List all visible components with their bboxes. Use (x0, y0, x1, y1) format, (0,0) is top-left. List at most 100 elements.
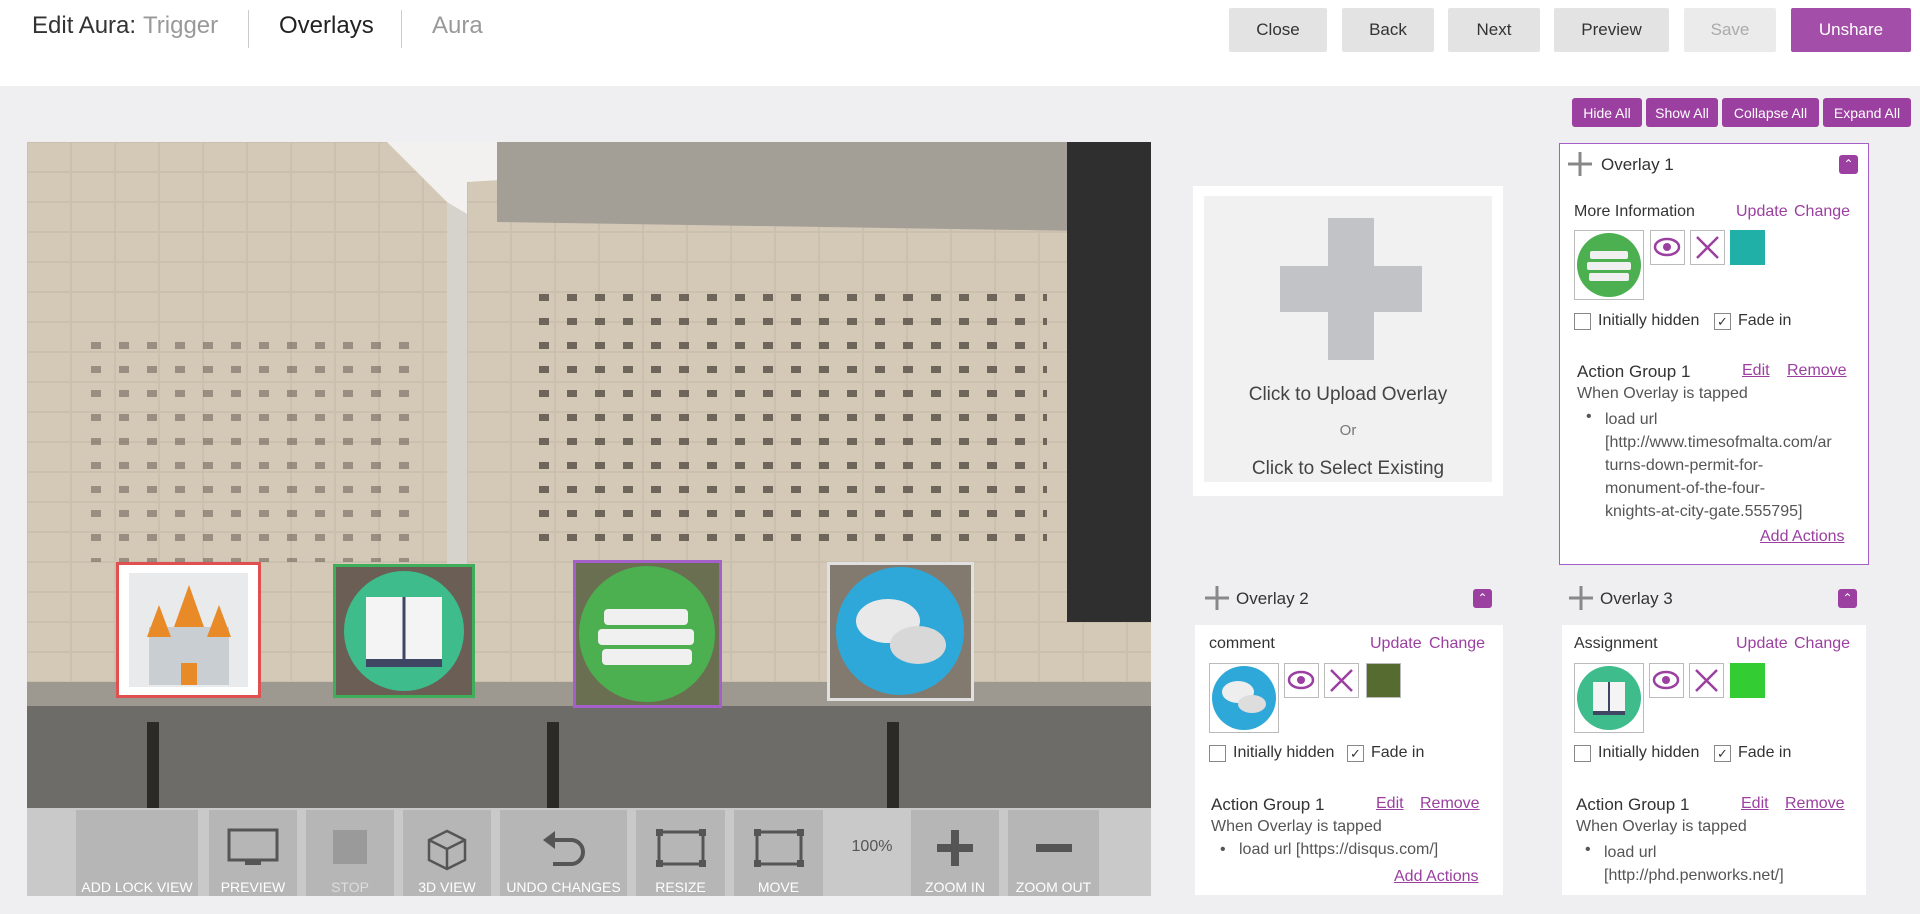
delete-overlay-button[interactable] (1690, 230, 1725, 265)
add-actions-link[interactable]: Add Actions (1760, 528, 1845, 546)
upload-drop-zone[interactable]: Click to Upload Overlay Or Click to Sele… (1204, 196, 1492, 482)
visibility-toggle[interactable] (1649, 663, 1684, 698)
delete-overlay-button[interactable] (1689, 663, 1724, 698)
fade-in-checkbox[interactable]: ✓ (1714, 745, 1731, 762)
action-group-title: Action Group 1 (1576, 795, 1690, 814)
crumb-divider (248, 10, 249, 48)
collapse-chevron-icon[interactable]: ⌃ (1473, 589, 1492, 608)
drag-handle-icon[interactable] (1204, 585, 1230, 611)
drag-handle-icon[interactable] (1567, 151, 1593, 177)
tab-trigger[interactable]: Trigger (143, 12, 218, 40)
edit-action-link[interactable]: Edit (1741, 795, 1769, 813)
initially-hidden-checkbox[interactable] (1574, 313, 1591, 330)
edit-action-link[interactable]: Edit (1742, 362, 1770, 380)
add-actions-link[interactable]: Add Actions (1394, 868, 1479, 886)
back-button[interactable]: Back (1342, 8, 1434, 52)
zoom-out-button[interactable]: ZOOM OUT (1008, 810, 1099, 896)
unshare-button[interactable]: Unshare (1791, 8, 1911, 52)
castle-icon (129, 573, 248, 687)
initially-hidden-checkbox[interactable] (1209, 745, 1226, 762)
chat-bubbles-icon (1212, 666, 1276, 730)
remove-action-link[interactable]: Remove (1785, 795, 1845, 813)
3d-view-button[interactable]: 3D VIEW (403, 810, 491, 896)
close-icon (1330, 669, 1353, 692)
drag-handle-icon[interactable] (1568, 585, 1594, 611)
overlay-title: Overlay 2 (1236, 589, 1309, 608)
tab-overlays[interactable]: Overlays (279, 12, 374, 40)
overlay-color-swatch[interactable] (1730, 230, 1765, 265)
overlay-color-swatch[interactable] (1730, 663, 1765, 698)
trigger-image-canvas[interactable] (27, 142, 1151, 808)
move-button[interactable]: MOVE (734, 810, 823, 896)
canvas-toolbar: ADD LOCK VIEW PREVIEW STOP 3D VIEW UNDO … (27, 808, 1151, 896)
action-item: load url [http://phd.penworks.net/] (1604, 844, 1784, 884)
change-link[interactable]: Change (1794, 635, 1850, 653)
action-item: load url [https://disqus.com/] (1239, 841, 1439, 858)
remove-action-link[interactable]: Remove (1787, 362, 1847, 380)
undo-changes-button[interactable]: UNDO CHANGES (500, 810, 627, 896)
action-group-title: Action Group 1 (1577, 362, 1691, 381)
update-link[interactable]: Update (1736, 635, 1788, 653)
remove-action-link[interactable]: Remove (1420, 795, 1480, 813)
upload-overlay-card[interactable]: Click to Upload Overlay Or Click to Sele… (1193, 186, 1503, 496)
canvas-overlay-castle[interactable] (116, 562, 261, 698)
fade-in-checkbox[interactable]: ✓ (1347, 745, 1364, 762)
initially-hidden-checkbox[interactable] (1574, 745, 1591, 762)
visibility-toggle[interactable] (1284, 663, 1319, 698)
overlay-3-panel: Overlay 3 ⌃ Assignment Update Change Ini… (1562, 585, 1866, 895)
expand-all-button[interactable]: Expand All (1823, 98, 1911, 127)
next-button[interactable]: Next (1448, 8, 1540, 52)
overlay-title: Overlay 3 (1600, 589, 1673, 608)
page-title: Edit Aura: (32, 12, 137, 39)
update-link[interactable]: Update (1736, 203, 1788, 221)
action-group-title: Action Group 1 (1211, 795, 1325, 814)
select-existing-link[interactable]: Click to Select Existing (1204, 458, 1492, 480)
open-book-icon (336, 567, 472, 695)
eye-icon (1652, 670, 1680, 690)
overlay-3-card: Assignment Update Change Initially hidde… (1562, 625, 1866, 895)
resize-button[interactable]: RESIZE (636, 810, 725, 896)
action-item: load url [http://www.timesofmalta.com/ar… (1605, 411, 1832, 520)
action-trigger-text: When Overlay is tapped (1211, 818, 1382, 835)
plus-icon (937, 830, 973, 866)
canvas-overlay-chat[interactable] (827, 562, 974, 701)
hide-all-button[interactable]: Hide All (1572, 98, 1642, 127)
move-icon (753, 829, 804, 867)
tab-aura[interactable]: Aura (432, 12, 483, 40)
top-bar: Edit Aura: Trigger Overlays Aura Close B… (0, 0, 1920, 86)
canvas-overlay-books[interactable] (573, 560, 722, 708)
close-button[interactable]: Close (1229, 8, 1327, 52)
delete-overlay-button[interactable] (1324, 663, 1359, 698)
change-link[interactable]: Change (1794, 203, 1850, 221)
chat-bubbles-icon (830, 565, 971, 698)
preview-button[interactable]: Preview (1554, 8, 1669, 52)
stop-icon (333, 830, 367, 864)
add-lock-view-button[interactable]: ADD LOCK VIEW (76, 810, 198, 896)
update-link[interactable]: Update (1370, 635, 1422, 653)
overlay-color-swatch[interactable] (1366, 663, 1401, 698)
plus-icon (1280, 218, 1422, 360)
crumb-divider (401, 10, 402, 48)
preview-tool-button[interactable]: PREVIEW (209, 810, 297, 896)
collapse-all-button[interactable]: Collapse All (1722, 98, 1819, 127)
upload-overlay-link[interactable]: Click to Upload Overlay (1204, 384, 1492, 406)
overlay-thumbnail (1574, 663, 1644, 733)
zoom-in-button[interactable]: ZOOM IN (911, 810, 999, 896)
show-all-button[interactable]: Show All (1646, 98, 1718, 127)
edit-action-link[interactable]: Edit (1376, 795, 1404, 813)
fade-in-checkbox[interactable]: ✓ (1714, 313, 1731, 330)
fade-in-label: Fade in (1738, 744, 1792, 761)
canvas-overlay-book[interactable] (333, 564, 475, 698)
stop-button[interactable]: STOP (306, 810, 394, 896)
books-icon (1577, 233, 1641, 297)
books-icon (576, 563, 719, 705)
collapse-chevron-icon[interactable]: ⌃ (1838, 589, 1857, 608)
save-button[interactable]: Save (1684, 8, 1776, 52)
bullet: • (1585, 841, 1591, 858)
change-link[interactable]: Change (1429, 635, 1485, 653)
open-book-icon (1577, 666, 1641, 730)
collapse-chevron-icon[interactable]: ⌃ (1839, 155, 1858, 174)
visibility-toggle[interactable] (1650, 230, 1685, 265)
bullet: • (1220, 841, 1226, 858)
eye-icon (1653, 237, 1681, 257)
